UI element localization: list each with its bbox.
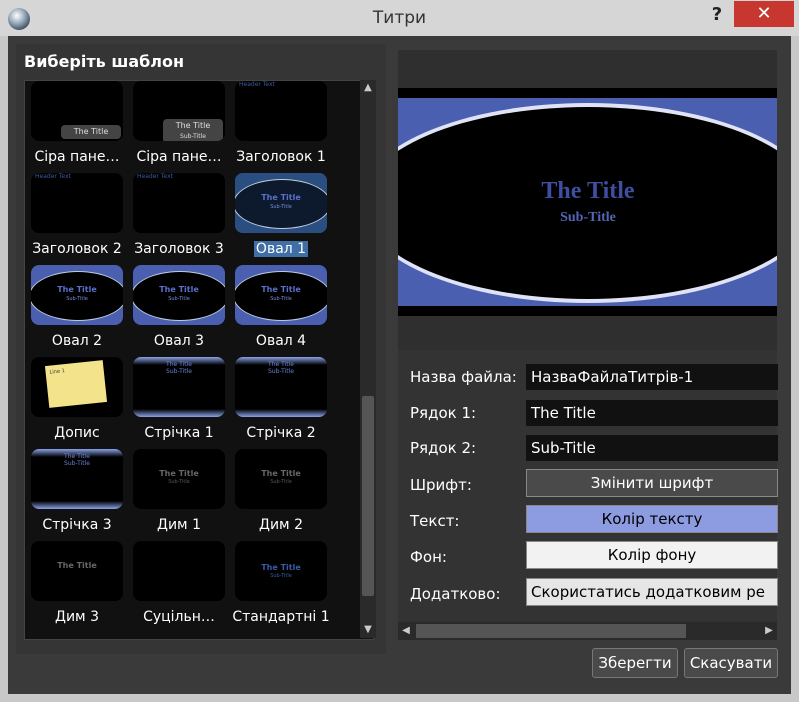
window-title: Титри <box>372 8 427 28</box>
template-item[interactable]: The Title Sub-Title Стрічка 2 <box>233 357 329 449</box>
template-label: Сіра пане… <box>136 149 222 165</box>
template-item[interactable]: Line 1 Допис <box>29 357 125 449</box>
template-thumbnail: Header Text <box>235 81 327 141</box>
template-item[interactable]: The Title Sub-Title Дим 2 <box>233 449 329 541</box>
template-label: Сіра пане… <box>34 149 120 165</box>
line2-field[interactable]: Sub-Title <box>526 435 778 461</box>
help-button[interactable]: ? <box>706 4 728 28</box>
properties-hscrollbar[interactable]: ◀ ▶ <box>398 622 777 640</box>
template-label: Суцільн… <box>143 609 215 625</box>
template-thumbnail: The Title Sub-Title <box>31 449 123 509</box>
preview-panel: The Title Sub-Title <box>358 50 799 358</box>
template-item[interactable]: The Title Sub-Title Сіра пане… <box>131 81 227 173</box>
preview-subtitle-text: Sub-Title <box>560 210 616 225</box>
template-label: Стрічка 2 <box>246 425 316 441</box>
scroll-up-icon[interactable]: ▲ <box>360 80 376 96</box>
template-thumbnail: The Title Sub-Title <box>235 541 327 601</box>
template-label: Стрічка 3 <box>42 517 112 533</box>
template-label: Стрічка 1 <box>144 425 214 441</box>
dialog-body: Виберіть шаблон The Title Сіра пане… The T… <box>8 36 799 694</box>
preview-title-text: The Title <box>541 178 634 204</box>
template-thumbnail: Header Text <box>31 173 123 233</box>
filename-label: Назва файла: <box>410 368 517 386</box>
template-label: Заголовок 3 <box>134 241 224 257</box>
template-label: Заголовок 2 <box>32 241 122 257</box>
template-label: Стандартні 1 <box>232 609 330 625</box>
template-thumbnail: The Title Sub-Title <box>235 173 327 233</box>
scroll-left-icon[interactable]: ◀ <box>398 622 414 640</box>
template-label: Дим 2 <box>259 517 303 533</box>
properties-panel: Назва файла: НазваФайлаТитрів-1 Рядок 1:… <box>398 350 778 640</box>
template-thumbnail: The Title Sub-Title <box>235 449 327 509</box>
template-item[interactable]: The Title Sub-Title Овал 1 <box>233 173 329 265</box>
title-bar[interactable]: Титри ? ✕ <box>0 0 799 36</box>
text-color-button[interactable]: Колір тексту <box>526 505 778 533</box>
template-thumbnail: The Title Sub-Title <box>235 265 327 325</box>
template-item[interactable]: The Title Sub-Title Стандартні 1 <box>232 541 330 633</box>
template-item[interactable]: The Title Дим 3 <box>29 541 125 633</box>
save-button[interactable]: Зберегти <box>592 648 678 678</box>
template-label: Овал 2 <box>51 333 103 349</box>
background-color-button[interactable]: Колір фону <box>526 541 778 569</box>
scroll-thumb[interactable] <box>362 396 374 596</box>
template-heading: Виберіть шаблон <box>24 52 185 71</box>
change-font-button[interactable]: Змінити шрифт <box>526 469 778 497</box>
scroll-right-icon[interactable]: ▶ <box>761 622 777 640</box>
background-label: Фон: <box>410 548 447 566</box>
line1-label: Рядок 1: <box>410 404 477 422</box>
hscroll-thumb[interactable] <box>416 624 686 638</box>
titles-dialog: Титри ? ✕ Виберіть шаблон The Title Сіра … <box>0 0 799 702</box>
template-label: Овал 4 <box>255 333 307 349</box>
text-color-label: Текст: <box>410 512 460 530</box>
template-grid[interactable]: The Title Сіра пане… The Title Sub-Title Сір… <box>24 80 374 640</box>
template-item[interactable]: The Title Sub-Title Стрічка 1 <box>131 357 227 449</box>
template-label: Дим 1 <box>157 517 201 533</box>
template-thumbnail: Header Text <box>133 173 225 233</box>
template-label: Допис <box>54 425 100 441</box>
template-item[interactable]: Header Text Заголовок 1 <box>233 81 329 173</box>
template-item[interactable]: The Title Sub-Title Овал 3 <box>131 265 227 357</box>
template-label: Дим 3 <box>55 609 99 625</box>
template-item[interactable]: The Title Sub-Title Овал 4 <box>233 265 329 357</box>
advanced-editor-button[interactable]: Скористатись додатковим ре <box>526 578 778 606</box>
template-thumbnail: Line 1 <box>31 357 123 417</box>
template-thumbnail: The Title Sub-Title <box>133 265 225 325</box>
template-scrollbar[interactable]: ▲ ▼ <box>360 80 376 638</box>
template-thumbnail: The Title Sub-Title <box>133 449 225 509</box>
cancel-button[interactable]: Скасувати <box>684 648 778 678</box>
template-item[interactable]: Суцільн… <box>131 541 227 633</box>
template-label: Заголовок 1 <box>236 149 326 165</box>
line2-label: Рядок 2: <box>410 439 477 457</box>
template-thumbnail: The Title Sub-Title <box>133 357 225 417</box>
template-label: Овал 3 <box>153 333 205 349</box>
template-item[interactable]: The Title Sub-Title Овал 2 <box>29 265 125 357</box>
template-item[interactable]: The Title Сіра пане… <box>29 81 125 173</box>
title-preview: The Title Sub-Title <box>358 88 799 316</box>
template-thumbnail: The Title <box>31 81 123 141</box>
advanced-label: Додатково: <box>410 585 501 603</box>
close-button[interactable]: ✕ <box>734 1 794 27</box>
filename-field[interactable]: НазваФайлаТитрів-1 <box>526 364 778 390</box>
template-item[interactable]: Header Text Заголовок 2 <box>29 173 125 265</box>
template-item[interactable]: The Title Sub-Title Дим 1 <box>131 449 227 541</box>
font-label: Шрифт: <box>410 476 472 494</box>
template-thumbnail: The Title Sub-Title <box>133 81 225 141</box>
template-thumbnail <box>133 541 225 601</box>
template-label: Овал 1 <box>253 241 309 257</box>
preview-oval-graphic: The Title Sub-Title <box>358 88 799 316</box>
template-item[interactable]: Header Text Заголовок 3 <box>131 173 227 265</box>
template-thumbnail: The Title Sub-Title <box>31 265 123 325</box>
template-thumbnail: The Title Sub-Title <box>235 357 327 417</box>
template-item[interactable]: The Title Sub-Title Стрічка 3 <box>29 449 125 541</box>
line1-field[interactable]: The Title <box>526 400 778 426</box>
scroll-down-icon[interactable]: ▼ <box>360 622 376 638</box>
template-thumbnail: The Title <box>31 541 123 601</box>
